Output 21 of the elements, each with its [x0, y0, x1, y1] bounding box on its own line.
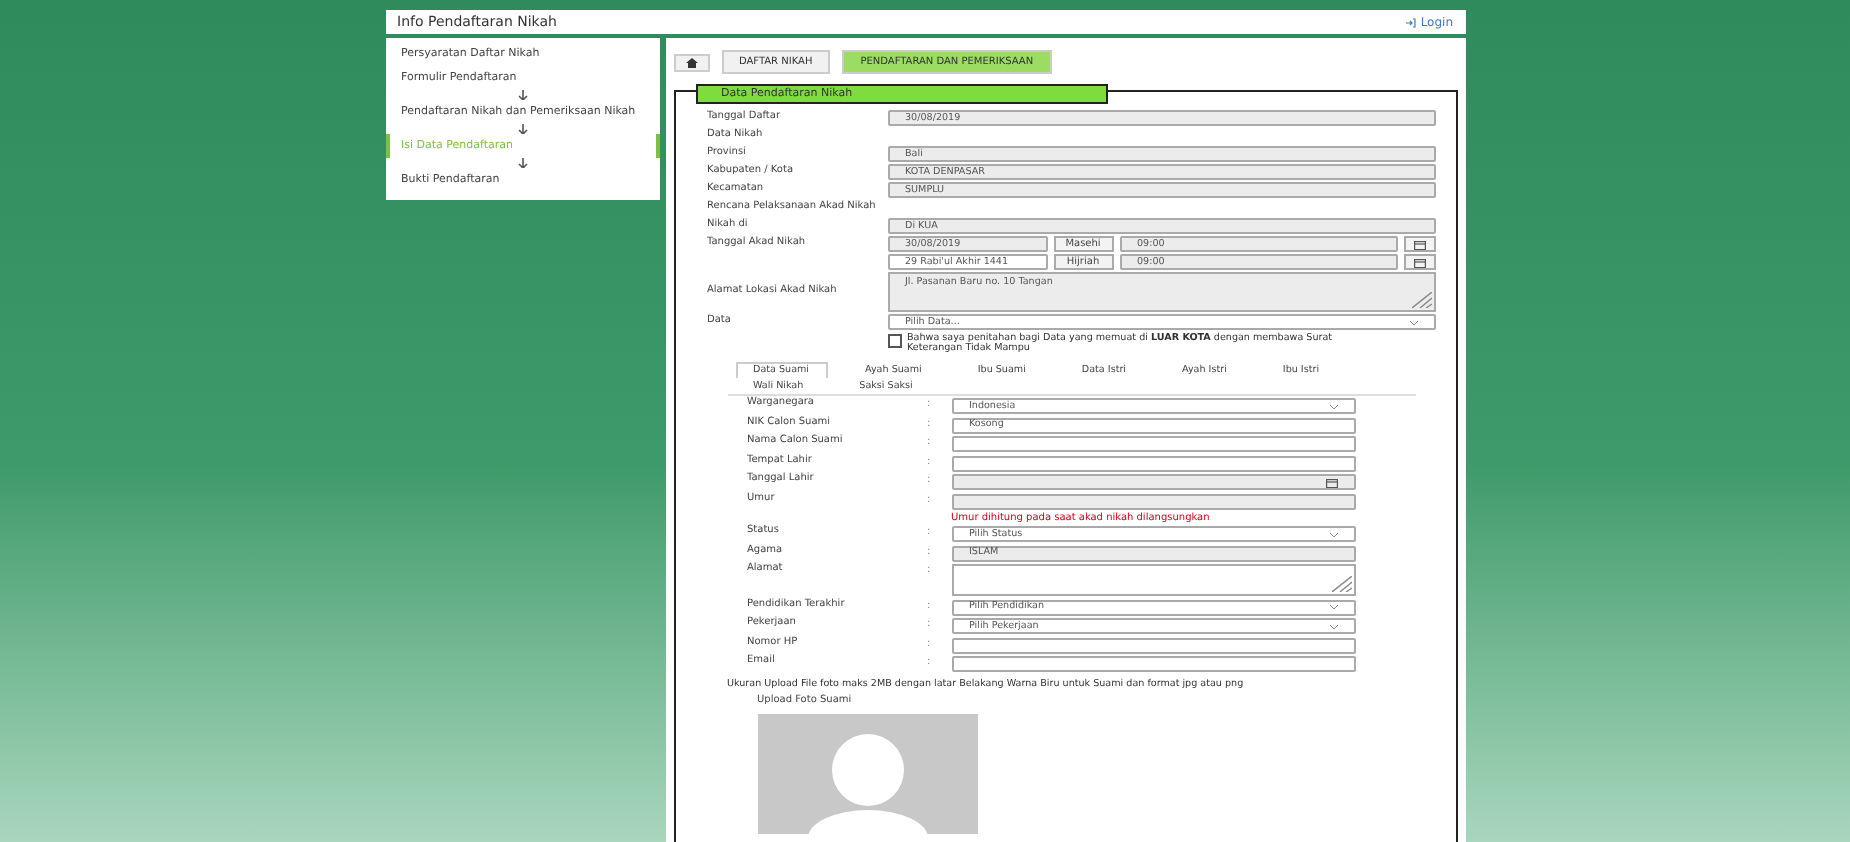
- input-field[interactable]: [951, 493, 1355, 510]
- checkbox[interactable]: [887, 334, 901, 348]
- calendar-icon: [1413, 257, 1425, 267]
- date-field[interactable]: [951, 474, 1355, 491]
- calendar-icon: [1413, 239, 1425, 249]
- arrow-down-icon: [517, 90, 527, 100]
- textarea-field[interactable]: [951, 564, 1355, 597]
- home-button[interactable]: [673, 53, 709, 71]
- resize-grip-icon: [1411, 292, 1431, 308]
- calendar-button[interactable]: [1403, 254, 1435, 270]
- input-field[interactable]: [951, 656, 1355, 673]
- input-field[interactable]: [951, 436, 1355, 453]
- calendar-icon: [1325, 477, 1337, 488]
- input-field[interactable]: [951, 455, 1355, 472]
- calendar-button[interactable]: [1403, 236, 1435, 252]
- login-icon: [1406, 17, 1417, 27]
- arrow-down-icon: [517, 158, 527, 168]
- arrow-down-icon: [517, 124, 527, 134]
- home-icon: [685, 57, 697, 67]
- input-field[interactable]: [951, 637, 1355, 654]
- resize-grip-icon: [1331, 576, 1351, 593]
